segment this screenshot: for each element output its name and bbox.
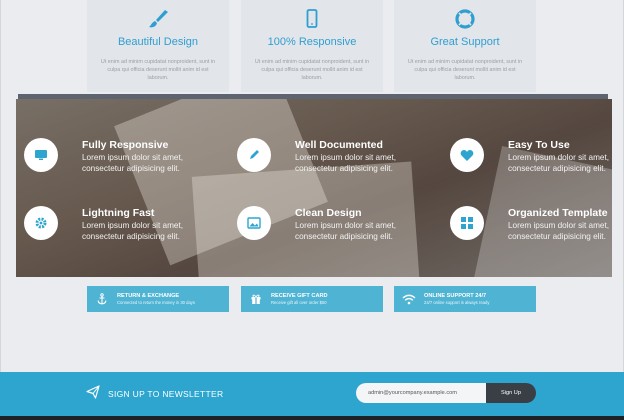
sign-up-button[interactable]: Sign Up [486, 383, 536, 403]
monitor-icon [24, 138, 58, 172]
newsletter-label: SIGN UP TO NEWSLETTER [108, 389, 224, 399]
feature-desc: Lorem ipsum dolor sit amet, consectetur a… [508, 153, 610, 173]
info-pill-text: RECEIVE GIFT CARD Receive gift all over … [271, 293, 328, 305]
feature-title: Organized Template [508, 207, 608, 219]
info-pill-text: ONLINE SUPPORT 24/7 24/7 online support … [424, 293, 489, 305]
feature-column-support: Great Support Ut enim ad minim cupidatat… [394, 0, 536, 92]
image-icon [237, 206, 271, 240]
info-pill-return-exchange[interactable]: RETURN & EXCHANGE Connected to return th… [87, 286, 229, 312]
paintbrush-icon [149, 10, 168, 28]
gear-icon [24, 206, 58, 240]
info-pill-subtitle: 24/7 online support is always ready [424, 300, 490, 305]
feature-column-design: Beautiful Design Ut enim ad minim cupida… [87, 0, 229, 92]
newsletter-email-input[interactable] [356, 383, 486, 403]
wifi-icon [394, 286, 424, 312]
paper-plane-icon [86, 385, 100, 399]
feature-desc: Lorem ipsum dolor sit amet, consectetur a… [508, 221, 610, 241]
feature-desc: Lorem ipsum dolor sit amet, consectetur a… [82, 221, 184, 241]
newsletter-bar: SIGN UP TO NEWSLETTER Sign Up [0, 372, 624, 416]
info-pill-title: RETURN & EXCHANGE [117, 293, 180, 299]
feature-title: Easy To Use [508, 139, 570, 151]
feature-column-responsive: 100% Responsive Ut enim ad minim cupidat… [241, 0, 383, 92]
feature-column-title: Great Support [430, 36, 500, 48]
mobile-phone-icon [306, 9, 318, 28]
feature-desc: Lorem ipsum dolor sit amet, consectetur a… [82, 153, 184, 173]
top-feature-columns: Beautiful Design Ut enim ad minim cupida… [0, 0, 624, 96]
feature-desc: Lorem ipsum dolor sit amet, consectetur a… [295, 153, 397, 173]
grid-icon [450, 206, 484, 240]
lifebuoy-icon [455, 9, 475, 29]
feature-title: Fully Responsive [82, 139, 169, 151]
feature-title: Well Documented [295, 139, 383, 151]
pencil-icon [237, 138, 271, 172]
features-banner: Fully Responsive Lorem ipsum dolor sit a… [16, 99, 612, 277]
feature-title: Lightning Fast [82, 207, 155, 219]
anchor-icon [87, 286, 117, 312]
feature-column-title: Beautiful Design [117, 36, 199, 48]
info-pill-text: RETURN & EXCHANGE Connected to return th… [117, 293, 195, 305]
gift-icon [241, 286, 271, 312]
info-pill-title: ONLINE SUPPORT 24/7 [424, 293, 487, 299]
heart-icon [450, 138, 484, 172]
footer-strip [0, 416, 624, 420]
feature-column-desc: Ut enim ad minim cupidatat nonproident, … [100, 59, 216, 81]
info-pill-subtitle: Receive gift all over order $50 [271, 300, 327, 305]
feature-column-title: 100% Responsive [267, 36, 357, 48]
info-pill-online-support[interactable]: ONLINE SUPPORT 24/7 24/7 online support … [394, 286, 536, 312]
info-pill-title: RECEIVE GIFT CARD [271, 293, 328, 299]
feature-title: Clean Design [295, 207, 362, 219]
feature-column-desc: Ut enim ad minim cupidatat nonproident, … [407, 59, 523, 81]
feature-column-desc: Ut enim ad minim cupidatat nonproident, … [254, 59, 370, 81]
feature-desc: Lorem ipsum dolor sit amet, consectetur a… [295, 221, 397, 241]
info-pill-gift-card[interactable]: RECEIVE GIFT CARD Receive gift all over … [241, 286, 383, 312]
info-pill-subtitle: Connected to return the money in 30 days [117, 300, 195, 305]
